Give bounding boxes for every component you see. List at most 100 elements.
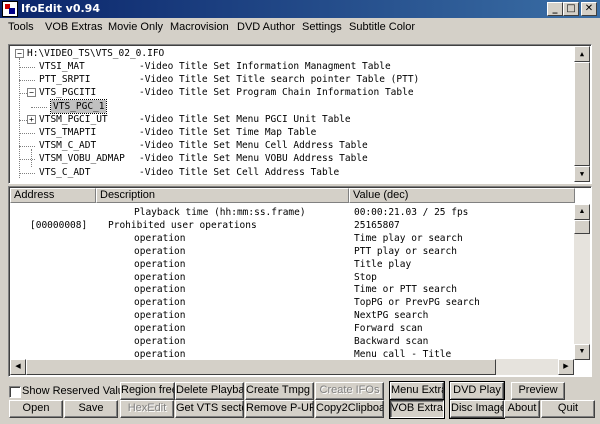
region-free-button[interactable]: Region free [120, 382, 175, 400]
hexedit-button[interactable]: HexEdit [120, 400, 174, 418]
row-value: Time play or search [354, 232, 463, 244]
list-row[interactable]: operation Backward scan [10, 336, 573, 349]
list-row[interactable]: Playback time (hh:mm:ss.frame) 00:00:21.0… [10, 207, 573, 220]
tree-node-description: -Video Title Set Time Map Table [139, 127, 317, 138]
show-reserved-checkbox[interactable] [9, 386, 21, 398]
tree-node-description: -Video Title Set Information Managment T… [139, 61, 391, 72]
tree-vertical-scrollbar[interactable]: ▲ ▼ [574, 46, 590, 182]
row-description: operation [134, 284, 186, 296]
row-description: operation [134, 258, 186, 270]
tree-node-description: -Video Title Set Title search pointer Ta… [139, 74, 420, 86]
scroll-thumb[interactable] [26, 359, 496, 375]
tree-node[interactable]: VTSM_C_ADT -Video Title Set Menu Cell Add… [9, 139, 574, 152]
tree-node-description: -Video Title Set Cell Address Table [139, 166, 340, 178]
list-row[interactable]: operation Stop [10, 272, 573, 285]
tree-node-description: -Video Title Set Menu Cell Address Table [139, 140, 368, 152]
list-row[interactable]: operation Title play [10, 259, 573, 272]
vob-extras-button[interactable]: VOB Extras [389, 399, 445, 419]
tree-node-description: -Video Title Set Menu PGCI Unit Table [139, 113, 351, 125]
row-value: 25165807 [354, 219, 400, 231]
preview-button[interactable]: Preview [511, 382, 565, 400]
list-row[interactable]: operation Time play or search [10, 233, 573, 246]
menu-bar: Tools VOB Extras Movie Only Macrovision … [0, 18, 600, 37]
tree-line [19, 172, 35, 174]
tree-node[interactable]: + VTSM_PGCI_UT -Video Title Set Menu PGCI … [9, 113, 574, 126]
list-horizontal-scrollbar[interactable]: ◀ ▶ [10, 359, 574, 375]
tree-expand-icon[interactable]: + [27, 114, 36, 124]
row-description: operation [134, 310, 186, 322]
scroll-thumb[interactable] [574, 62, 590, 166]
tree-node-name: VTS_PGC_1 [49, 98, 108, 114]
scroll-down-button[interactable]: ▼ [574, 344, 590, 360]
open-button[interactable]: Open [9, 400, 63, 418]
delete-playback-button[interactable]: Delete Playback [175, 382, 244, 400]
disc-image-button[interactable]: Disc Image [449, 399, 505, 419]
tree-collapse-icon[interactable]: − [27, 88, 36, 98]
title-bar[interactable]: IfoEdit v0.94 _ □ ✕ [0, 0, 600, 18]
column-header-description[interactable]: Description [96, 188, 349, 203]
app-icon[interactable] [2, 1, 18, 17]
tree-line [19, 159, 35, 161]
scroll-thumb[interactable] [574, 220, 590, 234]
remove-pups-button[interactable]: Remove P-UPs [245, 400, 314, 418]
tree-root[interactable]: H:\VIDEO_TS\VTS_02_0.IFO [27, 47, 164, 60]
row-description: operation [134, 336, 186, 347]
tree-node-name: VTSM_VOBU_ADMAP [39, 153, 125, 165]
menu-dvd-author[interactable]: DVD Author [237, 21, 295, 33]
column-header-value[interactable]: Value (dec) [349, 188, 575, 203]
about-button[interactable]: About [504, 400, 540, 418]
show-reserved-label: Show Reserved Valu [22, 385, 124, 397]
save-button[interactable]: Save [64, 400, 118, 418]
scroll-up-button[interactable]: ▲ [574, 204, 590, 220]
maximize-button[interactable]: □ [563, 2, 579, 16]
tree-line [19, 133, 35, 134]
menu-extras-button[interactable]: Menu Extras [389, 381, 445, 401]
minimize-button[interactable]: _ [547, 2, 563, 16]
details-list[interactable]: Address Description Value (dec) Playback… [8, 186, 592, 377]
list-row[interactable]: operation NextPG search [10, 310, 573, 323]
list-row[interactable]: operation TopPG or PrevPG search [10, 297, 573, 310]
tree-node[interactable]: − VTS_PGCITI -Video Title Set Program Chai… [9, 86, 574, 99]
tree-collapse-icon[interactable]: − [15, 49, 24, 58]
column-header-address[interactable]: Address [10, 188, 96, 203]
menu-settings[interactable]: Settings [302, 21, 342, 33]
list-row[interactable]: operation Forward scan [10, 323, 573, 336]
tree-node[interactable]: VTSI_MAT -Video Title Set Information Man… [9, 60, 574, 73]
tree-node-name: VTSI_MAT [39, 61, 85, 72]
row-value: Time or PTT search [354, 284, 457, 296]
row-description: operation [134, 323, 186, 335]
create-ifos-button[interactable]: Create IFOs [315, 382, 384, 400]
tree-node-description: -Video Title Set Menu VOBU Address Table [139, 153, 368, 165]
tree-node[interactable]: VTS_TMAPTI -Video Title Set Time Map Tabl… [9, 126, 574, 139]
tree-node[interactable]: VTS_PGC_1 [9, 98, 574, 114]
scroll-up-button[interactable]: ▲ [574, 46, 590, 62]
close-button[interactable]: ✕ [581, 2, 597, 16]
tree-line [31, 106, 47, 108]
scroll-down-button[interactable]: ▼ [574, 166, 590, 182]
create-tmpg-button[interactable]: Create Tmpg T [245, 382, 314, 400]
scroll-right-button[interactable]: ▶ [558, 359, 574, 375]
menu-subtitle-color[interactable]: Subtitle Color [349, 21, 415, 33]
tree-node-name: VTSM_C_ADT [39, 140, 97, 152]
list-row[interactable]: operation Time or PTT search [10, 284, 573, 297]
get-vts-sector-button[interactable]: Get VTS sector [175, 400, 244, 418]
menu-movie-only[interactable]: Movie Only [108, 21, 163, 33]
menu-vob-extras[interactable]: VOB Extras [45, 21, 102, 33]
tree-node-name: VTS_TMAPTI [39, 127, 97, 138]
copy-to-clipboard-button[interactable]: Copy2Clipboard [315, 400, 384, 418]
scroll-left-button[interactable]: ◀ [10, 359, 26, 375]
tree-node[interactable]: VTS_C_ADT -Video Title Set Cell Address T… [9, 166, 574, 179]
list-row[interactable]: [00000008] Prohibited user operations 2516… [10, 220, 573, 233]
list-vertical-scrollbar[interactable]: ▲ ▼ [574, 204, 590, 360]
row-value: Backward scan [354, 336, 429, 347]
row-description: Prohibited user operations [108, 219, 257, 231]
dvd-play-button[interactable]: DVD Play [449, 381, 505, 401]
tree-node[interactable]: VTSM_VOBU_ADMAP -Video Title Set Menu VOB… [9, 152, 574, 165]
menu-tools[interactable]: Tools [8, 21, 34, 33]
ifo-tree-view[interactable]: − H:\VIDEO_TS\VTS_02_0.IFO VTSI_MAT -Vide… [8, 44, 592, 184]
quit-button[interactable]: Quit [541, 400, 595, 418]
row-address: [00000008] [30, 219, 88, 231]
tree-node[interactable]: PTT_SRPTI -Video Title Set Title search p… [9, 73, 574, 86]
list-row[interactable]: operation PTT play or search [10, 246, 573, 259]
menu-macrovision[interactable]: Macrovision [170, 21, 229, 33]
